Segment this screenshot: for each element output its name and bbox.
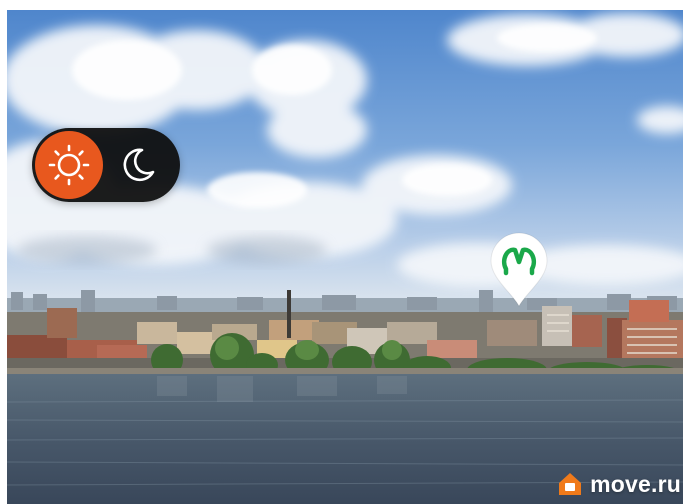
day-mode-button[interactable] xyxy=(35,131,103,199)
move-ru-watermark: move.ru xyxy=(556,470,681,498)
panorama-image[interactable] xyxy=(7,10,683,504)
day-night-toggle[interactable] xyxy=(32,128,180,202)
sun-icon xyxy=(35,131,103,199)
map-pin-icon xyxy=(490,232,548,308)
night-mode-button[interactable] xyxy=(104,131,172,199)
active-knob xyxy=(35,131,103,199)
house-logo-icon xyxy=(559,473,582,495)
panorama-viewer[interactable]: move.ru xyxy=(7,10,683,504)
brand-name: move.ru xyxy=(590,470,681,497)
moon-icon xyxy=(123,148,155,182)
metro-station-marker[interactable] xyxy=(489,232,549,308)
